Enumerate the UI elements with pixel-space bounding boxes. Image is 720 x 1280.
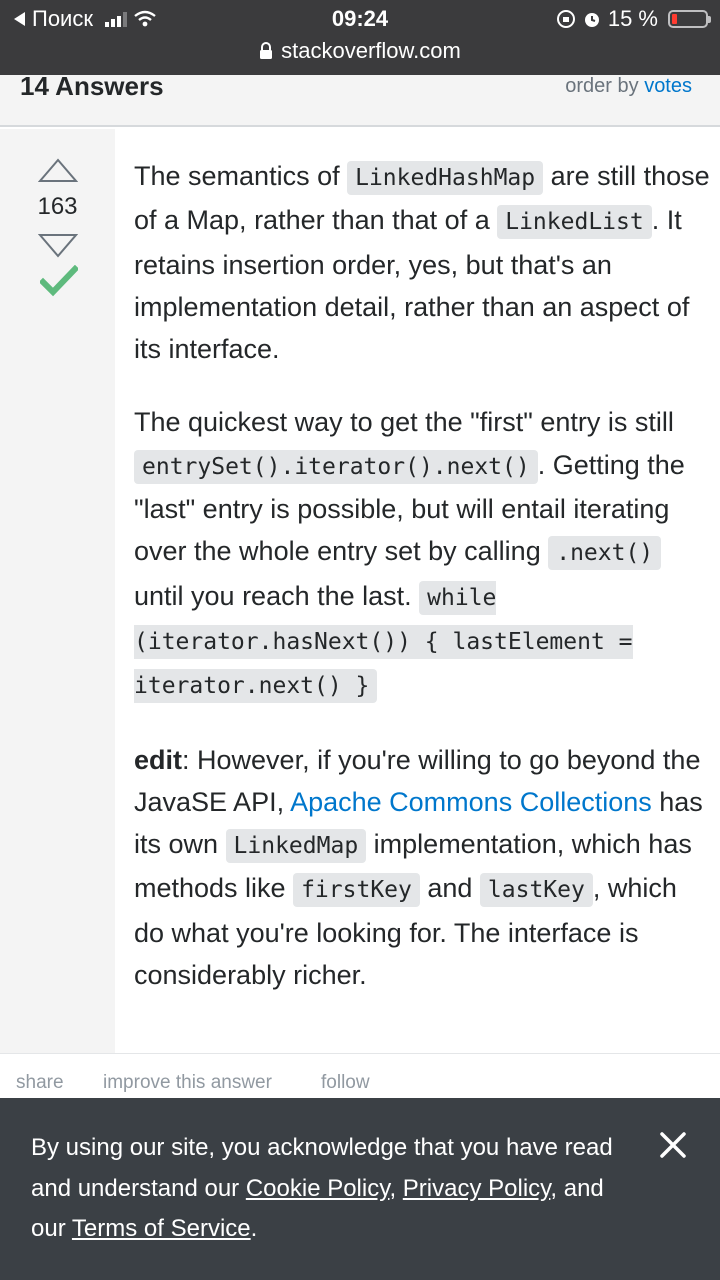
privacy-policy-link[interactable]: Privacy Policy — [403, 1175, 551, 1202]
order-by-votes-link[interactable]: votes — [644, 75, 692, 97]
answers-header: 14 Answers order by votes — [0, 71, 720, 127]
share-link[interactable]: share — [16, 1072, 64, 1094]
post-actions: share improve this answer follow — [0, 1053, 720, 1098]
answers-count: 14 Answers — [20, 71, 164, 101]
battery-icon — [668, 10, 711, 28]
terms-of-service-link[interactable]: Terms of Service — [72, 1215, 251, 1242]
url-text: stackoverflow.com — [281, 38, 461, 63]
inline-code: LinkedHashMap — [347, 161, 544, 195]
battery-percent: 15 % — [607, 6, 658, 31]
order-by-label: order by — [565, 75, 639, 97]
follow-link[interactable]: follow — [321, 1072, 370, 1094]
close-icon[interactable] — [660, 1132, 686, 1158]
inline-code: LinkedMap — [225, 829, 367, 864]
cookie-text: By using our site, you acknowledge that … — [31, 1134, 613, 1242]
inline-code: LinkedList — [497, 205, 652, 240]
inline-code: entrySet().iterator().next() — [134, 449, 538, 484]
vote-count: 163 — [37, 193, 78, 220]
answer-paragraph-2: The quickest way to get the "first" entr… — [134, 401, 714, 707]
cookie-banner: By using our site, you acknowledge that … — [0, 1098, 720, 1280]
answer-body: The semantics of LinkedHashMap are still… — [134, 155, 714, 1027]
upvote-arrow-icon[interactable] — [38, 157, 78, 183]
apache-commons-link[interactable]: Apache Commons Collections — [290, 787, 652, 817]
lock-icon — [260, 42, 273, 59]
inline-code: .next() — [548, 536, 662, 571]
downvote-arrow-icon[interactable] — [38, 233, 78, 259]
alarm-icon — [584, 13, 599, 27]
improve-answer-link[interactable]: improve this answer — [103, 1072, 272, 1094]
status-right: 15 % — [556, 6, 711, 32]
browser-top-bar: Поиск 09:24 15 % stackoverflow.com — [0, 0, 720, 75]
answer-paragraph-1: The semantics of LinkedHashMap are still… — [134, 161, 710, 365]
order-by: order by votes — [565, 75, 692, 98]
inline-code: lastKey — [479, 873, 593, 908]
cookie-policy-link[interactable]: Cookie Policy — [246, 1175, 390, 1202]
inline-code: firstKey — [293, 873, 420, 908]
answer-paragraph-3: edit: However, if you're willing to go b… — [134, 744, 703, 991]
url-bar[interactable]: stackoverflow.com — [0, 38, 720, 64]
accepted-check-icon — [40, 265, 78, 297]
rotation-lock-icon — [556, 10, 575, 28]
vote-column: 163 — [0, 129, 115, 1053]
edit-label: edit — [134, 744, 183, 775]
